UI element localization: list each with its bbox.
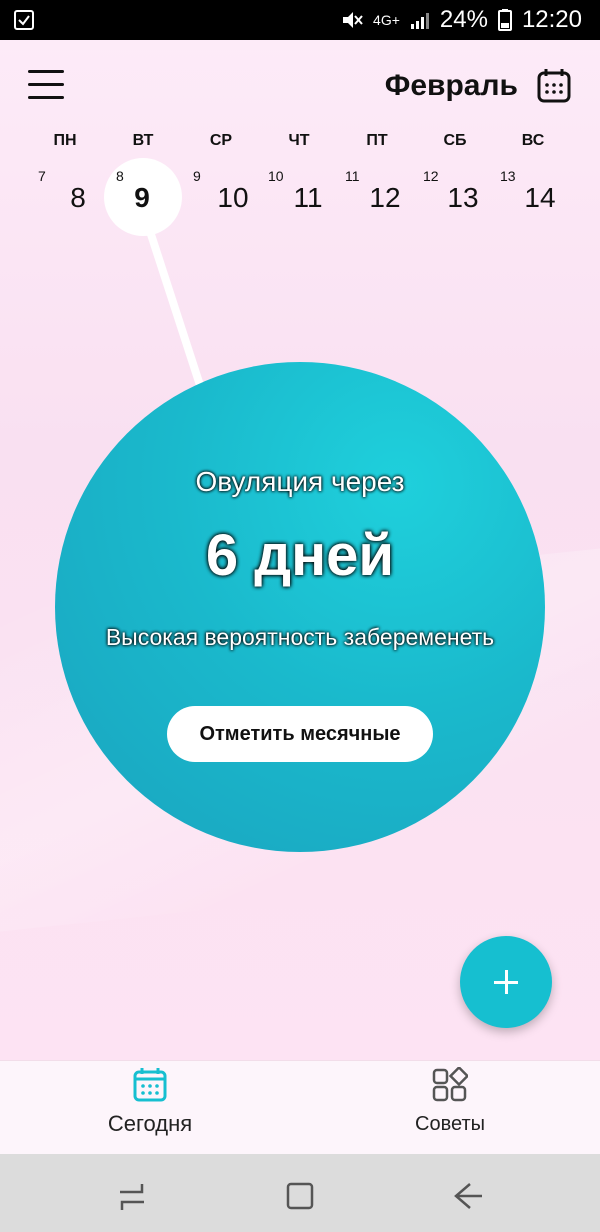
home-icon[interactable] <box>280 1176 320 1216</box>
month-title: Февраль <box>384 69 518 102</box>
day-cell[interactable]: 10 11 <box>268 160 348 240</box>
weekday-label: ВС <box>521 132 545 149</box>
weekday-label: ЧТ <box>288 132 310 149</box>
add-button[interactable] <box>460 936 552 1028</box>
nav-tips-label: Советы <box>415 1113 485 1135</box>
day-number: 11 <box>293 182 323 213</box>
day-number: 9 <box>134 182 150 213</box>
tips-grid-icon <box>432 1067 468 1102</box>
weekday-label: ПН <box>53 132 77 149</box>
notification-icon <box>14 10 34 30</box>
weekday-label: СБ <box>443 132 467 149</box>
fertility-status: Высокая вероятность забеременеть <box>105 624 495 650</box>
status-indicators: 4G+ 24% 12:20 <box>341 0 582 40</box>
network-type: 4G+ <box>373 12 400 28</box>
status-bar: 4G+ 24% 12:20 <box>0 0 600 40</box>
weekday-label: ПТ <box>366 132 388 149</box>
day-number: 10 <box>217 182 249 213</box>
system-nav-bar <box>0 1154 600 1232</box>
recent-apps-icon[interactable] <box>112 1176 152 1216</box>
day-cell[interactable]: 11 12 <box>345 160 425 240</box>
ovulation-label: Овуляция через <box>195 466 405 497</box>
battery-icon <box>497 9 512 31</box>
clock: 12:20 <box>521 6 582 33</box>
day-cell[interactable]: 9 10 <box>193 160 273 240</box>
day-number: 14 <box>524 182 556 213</box>
battery-percent: 24% <box>439 6 488 33</box>
calendar-icon[interactable] <box>536 68 572 104</box>
calendar-today-icon <box>133 1068 167 1102</box>
mute-icon <box>343 12 363 28</box>
signal-icon <box>410 13 429 29</box>
day-cell-selected[interactable]: 8 9 <box>102 158 182 240</box>
day-row: 7 8 8 9 9 10 10 11 11 12 12 13 13 14 <box>0 158 600 240</box>
nav-today[interactable]: Сегодня <box>0 1061 300 1155</box>
cycle-status-circle: Овуляция через 6 дней Высокая вероятност… <box>55 362 545 852</box>
weekday-label: СР <box>209 132 233 149</box>
header: Февраль <box>0 40 600 132</box>
weekday-label: ВТ <box>132 132 154 149</box>
day-number: 12 <box>369 182 401 213</box>
menu-button[interactable] <box>28 70 64 100</box>
day-cell[interactable]: 12 13 <box>423 160 503 240</box>
log-period-button[interactable]: Отметить месячные <box>167 706 433 762</box>
nav-tips[interactable]: Советы <box>300 1061 600 1155</box>
day-cell[interactable]: 13 14 <box>500 160 580 240</box>
day-number: 13 <box>447 182 479 213</box>
nav-today-label: Сегодня <box>107 1111 193 1136</box>
back-icon[interactable] <box>448 1176 488 1216</box>
bottom-nav: Сегодня Советы <box>0 1060 600 1155</box>
weekday-row: ПН ВТ СР ЧТ ПТ СБ ВС <box>0 132 600 156</box>
days-count: 6 дней <box>205 523 395 588</box>
